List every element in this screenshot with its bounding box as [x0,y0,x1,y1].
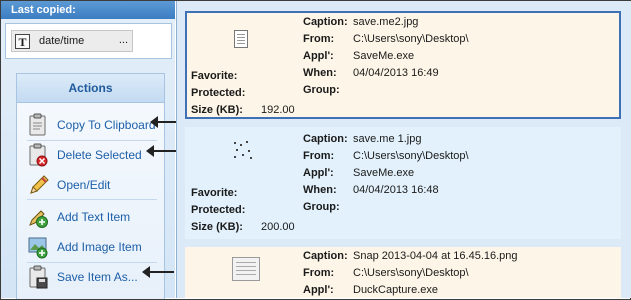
group-field: Group: [303,84,340,96]
from-field: From: C:\Users\sony\Desktop\ [303,33,469,45]
clip-thumbnail-area: Favorite: Protected: Size (KB): 200.00 [185,127,301,239]
caption-field: Caption: save.me2.jpg [303,16,419,28]
add-text-item-label: Add Text Item [57,210,131,224]
appl-field: Appl': DuckCapture.exe [303,284,438,296]
screenshot-thumbnail-icon [232,257,260,281]
add-text-item-button[interactable]: Add Text Item [27,203,130,231]
caption-value: save.me2.jpg [353,16,419,28]
document-thumbnail-icon [234,30,248,48]
last-copied-item[interactable]: T date/time ... [11,30,133,52]
add-image-item-label: Add Image Item [57,240,142,254]
from-value: C:\Users\sony\Desktop\ [353,33,469,45]
appl-value: DuckCapture.exe [353,284,438,296]
caption-field: Caption: save.me 1.jpg [303,133,422,145]
add-image-item-button[interactable]: Add Image Item [27,233,142,261]
open-edit-button[interactable]: Open/Edit [27,171,110,199]
from-field: From: C:\Users\sony\Desktop\ [303,267,469,279]
clip-details: Caption: save.me2.jpg From: C:\Users\sony\… [303,13,619,117]
clip-thumbnail-area: Favorite: Protected: Size (KB): 192.00 [187,13,303,117]
annotation-arrow [146,145,180,157]
divider [27,199,157,200]
appl-field: Appl': SaveMe.exe [303,167,415,179]
last-copied-box: T date/time ... [5,23,172,59]
appl-value: SaveMe.exe [353,50,415,62]
clip-details: Caption: save.me 1.jpg From: C:\Users\sony… [301,127,621,239]
clip-list[interactable]: Favorite: Protected: Size (KB): 192.00 Ca… [176,1,631,298]
sparse-image-thumbnail-icon [232,140,254,160]
save-item-icon [27,265,49,289]
last-copied-label: date/time [39,35,85,47]
clip-thumbnail-area [185,247,301,298]
add-text-icon [27,205,49,229]
add-image-icon [27,235,49,259]
when-value: 04/04/2013 16:49 [353,67,439,79]
more-button[interactable]: ... [119,34,128,46]
annotation-arrow [142,266,174,278]
save-item-as-label: Save Item As... [57,270,138,284]
delete-selected-button[interactable]: Delete Selected [27,141,142,169]
caption-value: save.me 1.jpg [353,133,422,145]
protected-field: Protected: [191,204,246,216]
delete-selected-label: Delete Selected [57,148,142,162]
actions-header: Actions [17,74,164,103]
save-item-as-button[interactable]: Save Item As... [27,263,138,291]
size-field: Size (KB): 200.00 [191,221,295,233]
caption-field: Caption: Snap 2013-04-04 at 16.45.16.png [303,250,518,262]
caption-value: Snap 2013-04-04 at 16.45.16.png [353,250,518,262]
from-value: C:\Users\sony\Desktop\ [353,267,469,279]
size-value: 192.00 [261,104,295,116]
favorite-field: Favorite: [191,70,238,82]
clipboard-icon [27,113,49,137]
copy-to-clipboard-label: Copy To Clipboard [57,118,156,132]
size-field: Size (KB): 192.00 [191,104,295,116]
when-value: 04/04/2013 16:48 [353,184,439,196]
delete-clipboard-icon [27,143,49,167]
when-field: When: 04/04/2013 16:48 [303,184,439,196]
appl-value: SaveMe.exe [353,167,415,179]
when-field: When: 04/04/2013 16:49 [303,67,439,79]
copy-to-clipboard-button[interactable]: Copy To Clipboard [27,111,156,139]
pencil-icon [27,173,49,197]
appl-field: Appl': SaveMe.exe [303,50,415,62]
from-field: From: C:\Users\sony\Desktop\ [303,150,469,162]
clip-item[interactable]: Favorite: Protected: Size (KB): 192.00 Ca… [185,11,621,119]
last-copied-header: Last copied: [1,1,175,19]
protected-field: Protected: [191,87,246,99]
clip-item[interactable]: Caption: Snap 2013-04-04 at 16.45.16.png … [185,247,621,298]
from-value: C:\Users\sony\Desktop\ [353,150,469,162]
clip-details: Caption: Snap 2013-04-04 at 16.45.16.png … [301,247,621,298]
favorite-field: Favorite: [191,187,238,199]
clip-item[interactable]: Favorite: Protected: Size (KB): 200.00 Ca… [185,127,621,239]
text-item-icon: T [15,33,30,49]
open-edit-label: Open/Edit [57,178,111,192]
size-value: 200.00 [261,221,295,233]
group-field: Group: [303,201,340,213]
